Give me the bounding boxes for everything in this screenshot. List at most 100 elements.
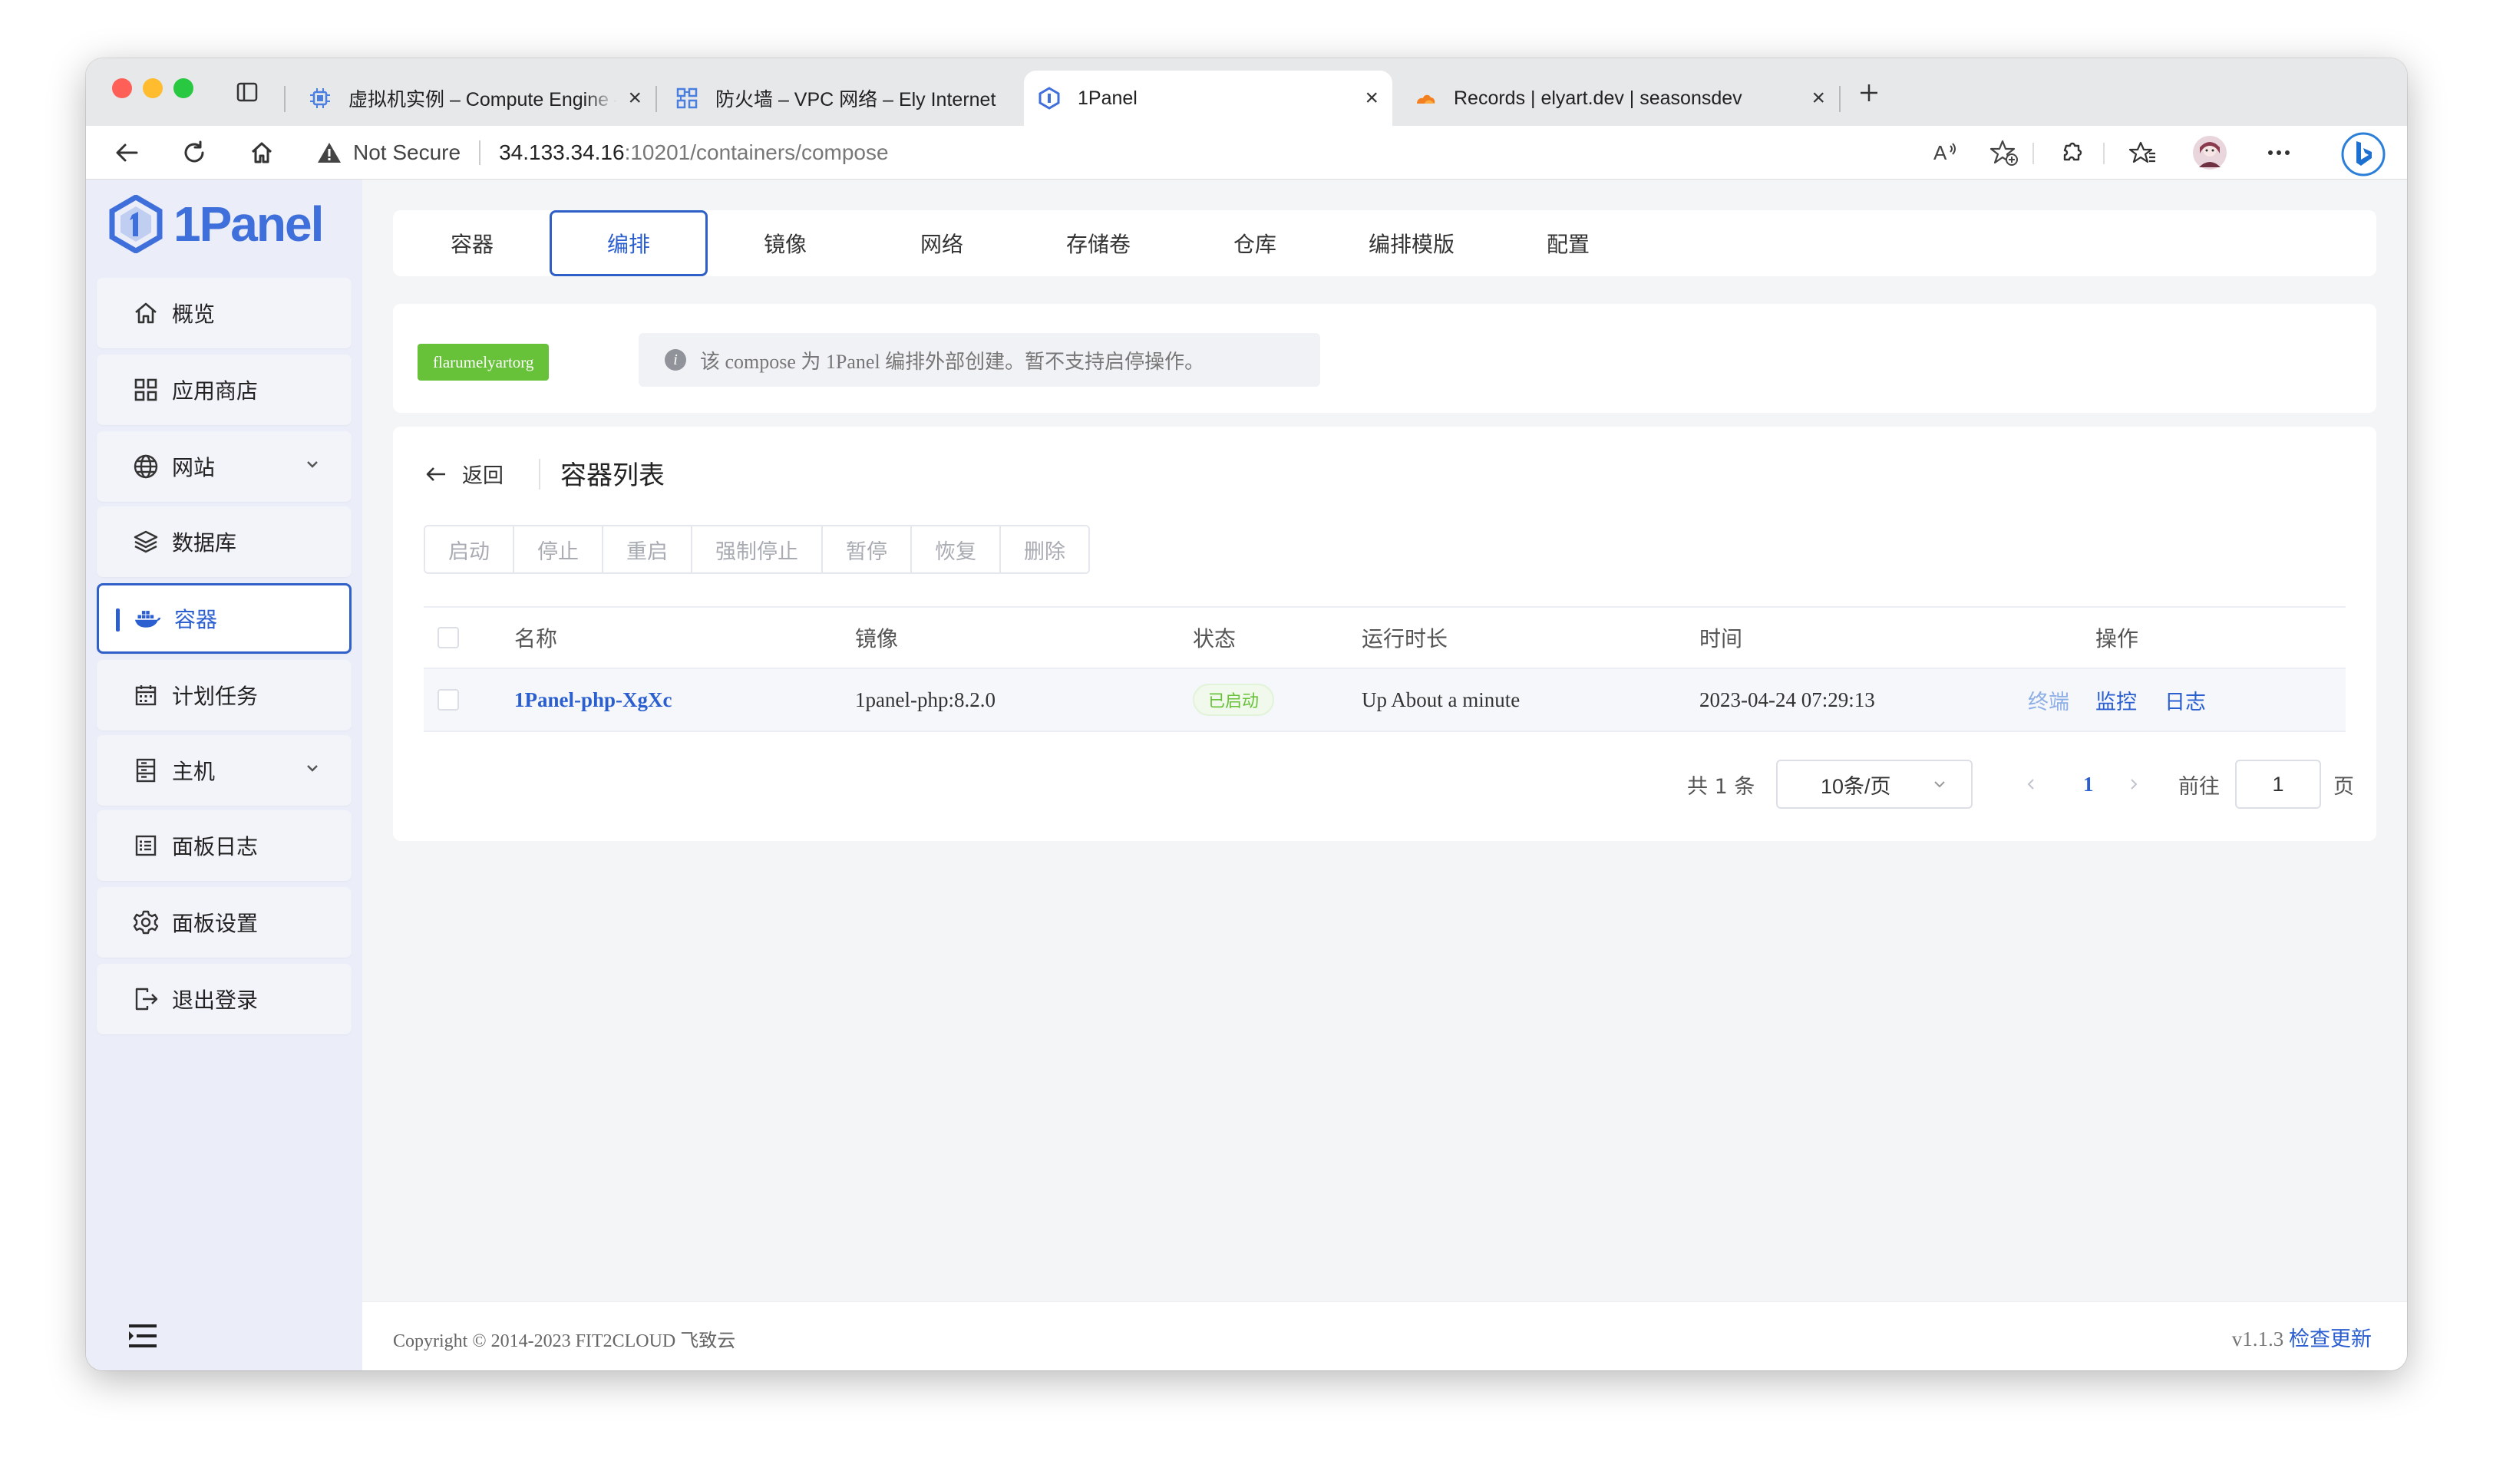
logs-link[interactable]: 日志 <box>2164 669 2206 730</box>
sidebar-item-label: 退出登录 <box>172 988 259 1013</box>
docker-icon <box>134 605 162 632</box>
container-tabs-bar: 容器 编排 镜像 网络 存储卷 仓库 编排模版 配置 <box>393 210 2376 276</box>
favorites-icon[interactable] <box>2125 135 2160 170</box>
zoom-window-button[interactable] <box>173 78 193 98</box>
sidebar-item-panel-logs[interactable]: 面板日志 <box>97 810 352 881</box>
column-image[interactable]: 镜像 <box>855 608 898 668</box>
tab-containers[interactable]: 容器 <box>393 210 551 276</box>
server-icon <box>132 757 160 784</box>
read-aloud-icon[interactable]: A <box>1928 135 1963 170</box>
tab-settings[interactable]: 配置 <box>1489 210 1647 276</box>
close-window-button[interactable] <box>112 78 132 98</box>
tab-actions-icon[interactable] <box>232 77 263 107</box>
bulk-action-group: 启动 停止 重启 强制停止 暂停 恢复 删除 <box>424 525 1090 574</box>
sidebar-item-panel-settings[interactable]: 面板设置 <box>97 887 352 958</box>
home-button[interactable] <box>244 135 279 170</box>
sidebar-item-overview[interactable]: 概览 <box>97 278 352 348</box>
brand-logo[interactable]: 1Panel <box>109 195 324 253</box>
column-time[interactable]: 时间 <box>1699 608 1742 668</box>
pause-button[interactable]: 暂停 <box>823 526 912 572</box>
vpc-network-icon <box>676 87 698 109</box>
page-number-1[interactable]: 1 <box>2083 760 2094 809</box>
start-button[interactable]: 启动 <box>425 526 514 572</box>
terminal-link[interactable]: 终端 <box>2028 669 2069 730</box>
close-tab-icon[interactable]: × <box>1811 87 1825 110</box>
more-menu-icon[interactable] <box>2261 135 2297 170</box>
column-name[interactable]: 名称 <box>514 608 557 668</box>
calendar-icon <box>132 681 160 709</box>
container-time: 2023-04-24 07:29:13 <box>1699 688 1875 711</box>
compute-engine-icon <box>310 88 330 108</box>
chevron-down-icon <box>307 765 318 772</box>
sidebar-item-label: 面板设置 <box>172 911 259 936</box>
new-tab-button[interactable] <box>1851 75 1887 110</box>
sidebar-item-container[interactable]: 容器 <box>97 583 352 654</box>
sidebar-item-label: 主机 <box>172 759 216 784</box>
sidebar-item-app-store[interactable]: 应用商店 <box>97 355 352 425</box>
version-text: v1.1.3 <box>2231 1327 2284 1350</box>
minimize-window-button[interactable] <box>143 78 163 98</box>
1panel-logo-icon <box>109 195 163 253</box>
tab-repositories[interactable]: 仓库 <box>1176 210 1334 276</box>
tab-images[interactable]: 镜像 <box>706 210 864 276</box>
cloudflare-icon <box>1417 94 1435 104</box>
page-size-select[interactable]: 10条/页 <box>1776 760 1973 809</box>
column-status[interactable]: 状态 <box>1193 608 1236 668</box>
sidebar-item-database[interactable]: 数据库 <box>97 506 352 577</box>
back-link[interactable]: 返回 <box>425 459 504 489</box>
sidebar-item-label: 概览 <box>172 302 216 327</box>
collapse-menu-icon[interactable] <box>127 1323 158 1352</box>
close-tab-icon[interactable]: × <box>1365 87 1379 110</box>
resume-button[interactable]: 恢复 <box>912 526 1001 572</box>
info-icon: i <box>665 349 686 371</box>
check-update-link[interactable]: 检查更新 <box>2289 1327 2372 1351</box>
row-checkbox[interactable] <box>438 689 459 711</box>
url-field[interactable]: Not Secure 34.133.34.16:10201/containers… <box>316 135 889 170</box>
url-host: 34.133.34.16 <box>499 140 625 164</box>
logout-icon <box>132 985 160 1013</box>
table-header: 名称 镜像 状态 运行时长 时间 操作 <box>424 606 2346 669</box>
extensions-icon[interactable] <box>2054 135 2089 170</box>
chevron-left-icon <box>2027 779 2034 790</box>
prev-page-button[interactable] <box>2023 760 2039 809</box>
tab-compose-templates[interactable]: 编排模版 <box>1332 210 1491 276</box>
tab-compose[interactable]: 编排 <box>550 210 708 276</box>
profile-avatar[interactable] <box>2192 135 2227 170</box>
back-button[interactable] <box>109 135 144 170</box>
browser-tab-compute-engine[interactable]: 虚拟机实例 – Compute Engine – Ely Internet × <box>295 71 655 126</box>
sidebar-item-website[interactable]: 网站 <box>97 431 352 502</box>
browser-tab-bar: 虚拟机实例 – Compute Engine – Ely Internet × … <box>86 58 2407 126</box>
browser-tab-cloudflare[interactable]: Records | elyart.dev | seasonsdev × <box>1400 71 1839 126</box>
sidebar-item-host[interactable]: 主机 <box>97 735 352 806</box>
sidebar-item-label: 数据库 <box>172 530 237 556</box>
status-badge: 已启动 <box>1193 684 1275 716</box>
next-page-button[interactable] <box>2126 760 2141 809</box>
tab-networks[interactable]: 网络 <box>863 210 1021 276</box>
container-name-link[interactable]: 1Panel-php-XgXc <box>514 669 672 730</box>
restart-button[interactable]: 重启 <box>603 526 692 572</box>
tab-title: 虚拟机实例 – Compute Engine – Ely Internet <box>348 89 617 110</box>
browser-window: 虚拟机实例 – Compute Engine – Ely Internet × … <box>86 58 2407 1370</box>
bing-copilot-icon[interactable] <box>2341 132 2386 176</box>
tab-volumes[interactable]: 存储卷 <box>1019 210 1177 276</box>
globe-icon <box>132 453 160 480</box>
favorite-add-icon[interactable] <box>1986 135 2022 170</box>
close-tab-icon[interactable]: × <box>628 87 642 110</box>
sidebar-item-cron[interactable]: 计划任务 <box>97 660 352 730</box>
pagination-total: 共 1 条 <box>1687 774 1755 799</box>
app-root: 1Panel 概览 应用商店 网站 数据库 容器 计划任务 主机 面板日志 面板… <box>86 180 2407 1370</box>
select-all-checkbox[interactable] <box>438 627 459 648</box>
column-uptime[interactable]: 运行时长 <box>1362 608 1448 668</box>
refresh-button[interactable] <box>177 135 212 170</box>
sidebar-item-label: 应用商店 <box>172 378 259 404</box>
sidebar-item-label: 面板日志 <box>172 834 259 859</box>
browser-tab-1panel[interactable]: 1Panel × <box>1024 71 1392 126</box>
goto-page-input[interactable]: 1 <box>2235 760 2321 809</box>
page-size-value: 10条/页 <box>1821 774 1891 798</box>
force-stop-button[interactable]: 强制停止 <box>692 526 823 572</box>
stop-button[interactable]: 停止 <box>514 526 603 572</box>
sidebar-item-logout[interactable]: 退出登录 <box>97 964 352 1034</box>
sidebar-item-label: 计划任务 <box>172 684 259 709</box>
monitor-link[interactable]: 监控 <box>2095 669 2137 730</box>
delete-button[interactable]: 删除 <box>1001 526 1088 572</box>
